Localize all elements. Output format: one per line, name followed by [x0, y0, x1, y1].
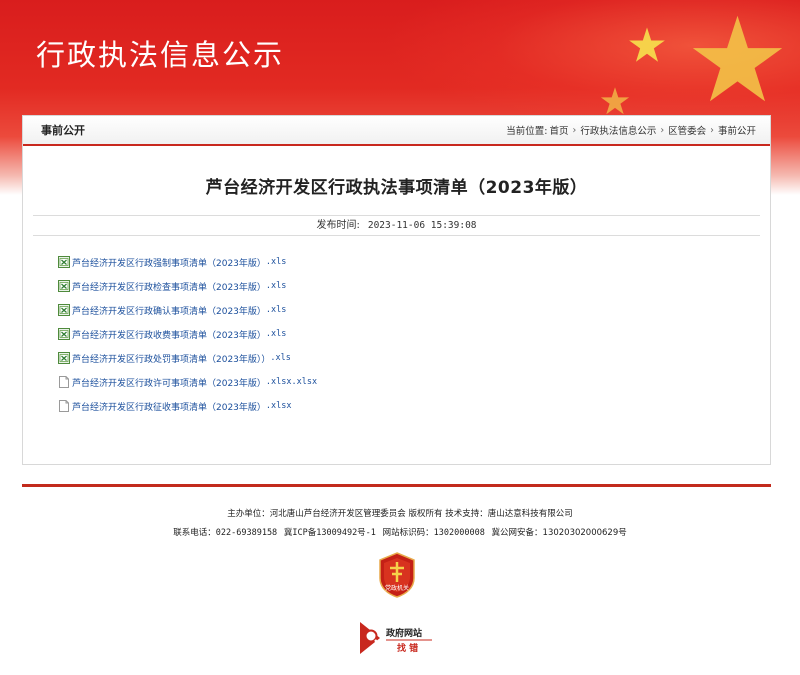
attachment-name: 芦台经济开发区行政许可事项清单（2023年版） [72, 378, 266, 389]
star-icon [692, 15, 783, 102]
attachment-ext: .xls [270, 353, 291, 363]
publish-time: 2023-11-06 15:39:08 [367, 220, 477, 231]
attachment-name: 芦台经济开发区行政强制事项清单（2023年版） [72, 258, 266, 269]
breadcrumb-label: 当前位置: [506, 126, 548, 137]
breadcrumb: 当前位置: 首页 › 行政执法信息公示 › 区管委会 › 事前公开 [506, 123, 756, 138]
site-id: 1302000008 [433, 528, 485, 538]
attachment-link[interactable]: 芦台经济开发区行政收费事项清单（2023年版） .xls [58, 322, 770, 346]
star-icon [600, 87, 630, 115]
attachment-name: 芦台经济开发区行政确认事项清单（2023年版） [72, 306, 266, 317]
attachment-ext: .xls [265, 257, 287, 267]
breadcrumb-item-current[interactable]: 事前公开 [718, 123, 756, 137]
attachment-link[interactable]: 芦台经济开发区行政强制事项清单（2023年版） .xls [58, 250, 770, 274]
attachment-ext: .xls [265, 305, 287, 315]
footer-sponsor: 主办单位：河北唐山芦台经济开发区管理委员会 版权所有 技术支持：唐山达意科技有限… [227, 509, 573, 519]
excel-file-icon [58, 256, 70, 268]
chevron-right-icon: › [660, 124, 665, 136]
icp-link[interactable]: 冀ICP备13009492号-1 [284, 528, 376, 538]
attachment-ext: .xls [265, 329, 287, 339]
attachment-name: 芦台经济开发区行政检查事项清单（2023年版） [72, 282, 266, 293]
banner-title: 行政执法信息公示 [36, 38, 285, 72]
attachment-list: 芦台经济开发区行政强制事项清单（2023年版） .xls 芦台经济开发区行政检查事… [23, 250, 770, 418]
report-error-icon: 政府网站 找 错 [360, 622, 432, 654]
report-error-subtitle: 找 错 [397, 642, 418, 654]
publish-info: 发布时间: 2023-11-06 15:39:08 [33, 215, 760, 236]
footer-contact: 联系电话：022-69389158 冀ICP备13009492号-1 网站标识码… [0, 526, 800, 538]
excel-file-icon [58, 304, 70, 316]
section-title: 事前公开 [41, 124, 85, 137]
attachment-ext: .xlsx [265, 401, 292, 411]
blank-file-icon [59, 400, 69, 412]
attachment-link[interactable]: 芦台经济开发区行政确认事项清单（2023年版） .xls [58, 298, 770, 322]
emblem-icon: 党政机关 [379, 552, 415, 598]
report-error-title: 政府网站 [386, 627, 422, 639]
phone-label: 联系电话： [173, 528, 216, 538]
content-panel: 事前公开 当前位置: 首页 › 行政执法信息公示 › 区管委会 › 事前公开 芦… [22, 115, 771, 465]
gov-website-report-error-button[interactable]: 政府网站 找 错 [358, 621, 438, 655]
excel-file-icon [58, 352, 70, 364]
phone-number: 022-69389158 [215, 528, 278, 538]
emblem-text: 党政机关 [385, 584, 409, 592]
star-icon [629, 27, 665, 62]
attachment-ext: .xlsx.xlsx [265, 377, 318, 387]
breadcrumb-home[interactable]: 首页 [550, 123, 569, 137]
attachment-name: 芦台经济开发区行政征收事项清单（2023年版） [72, 402, 266, 413]
breadcrumb-item-committee[interactable]: 区管委会 [668, 123, 706, 137]
attachment-link[interactable]: 芦台经济开发区行政处罚事项清单（2023年版）） .xls [58, 346, 770, 370]
party-government-emblem[interactable]: 党政机关 [377, 552, 417, 598]
police-record-link[interactable]: 冀公网安备：13020302000629号 [492, 528, 627, 538]
excel-file-icon [58, 280, 70, 292]
publish-label: 发布时间: [316, 220, 360, 231]
attachment-name: 芦台经济开发区行政处罚事项清单（2023年版）） [72, 354, 271, 365]
chevron-right-icon: › [572, 124, 577, 136]
attachment-link[interactable]: 芦台经济开发区行政征收事项清单（2023年版） .xlsx [58, 394, 770, 418]
excel-file-icon [58, 328, 70, 340]
attachment-name: 芦台经济开发区行政收费事项清单（2023年版） [72, 330, 266, 341]
panel-header: 事前公开 当前位置: 首页 › 行政执法信息公示 › 区管委会 › 事前公开 [23, 116, 770, 146]
site-id-label: 网站标识码： [382, 528, 434, 538]
attachment-link[interactable]: 芦台经济开发区行政检查事项清单（2023年版） .xls [58, 274, 770, 298]
footer-divider [22, 484, 771, 487]
blank-file-icon [59, 376, 69, 388]
chevron-right-icon: › [710, 124, 714, 136]
breadcrumb-item-enforcement[interactable]: 行政执法信息公示 [580, 123, 656, 137]
article-title: 芦台经济开发区行政执法事项清单（2023年版） [205, 178, 588, 198]
attachment-ext: .xls [265, 281, 287, 291]
attachment-link[interactable]: 芦台经济开发区行政许可事项清单（2023年版） .xlsx.xlsx [58, 370, 770, 394]
